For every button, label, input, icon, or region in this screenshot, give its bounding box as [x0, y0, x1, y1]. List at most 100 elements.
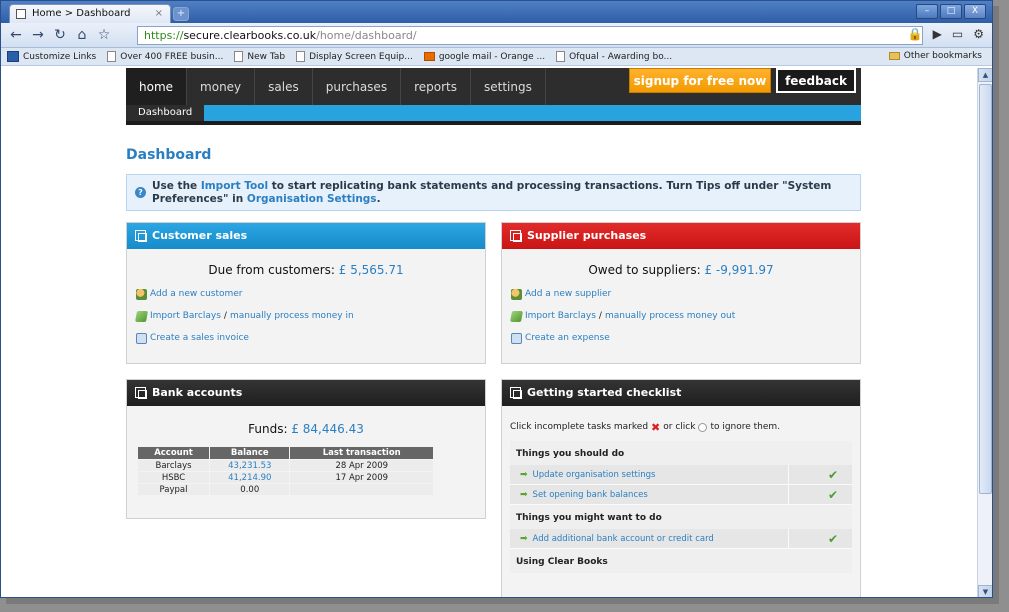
funds-amount[interactable]: £ 84,446.43	[291, 422, 364, 436]
balance-link[interactable]: 41,214.90	[209, 471, 291, 484]
balance-link[interactable]: 43,231.53	[209, 459, 291, 472]
supplier-purchases-panel: Supplier purchases Owed to suppliers: £ …	[501, 222, 861, 364]
wrench-icon[interactable]: ⚙	[973, 27, 984, 41]
url-scheme: https://	[144, 29, 184, 42]
orange-icon	[423, 52, 435, 61]
close-icon[interactable]: X	[964, 4, 986, 19]
table-row: HSBC 41,214.90 17 Apr 2009	[136, 471, 434, 484]
bookmarks-bar: Customize Links Over 400 FREE busin... N…	[1, 48, 992, 66]
checklist-intro: Click incomplete tasks marked ✖ or click…	[510, 420, 781, 434]
add-user-icon	[511, 288, 522, 300]
checklist-header: Getting started checklist	[502, 380, 860, 406]
money-icon	[510, 310, 523, 322]
home-icon[interactable]: ⌂	[73, 26, 91, 44]
page-menu-icon[interactable]: ▭	[952, 27, 963, 41]
checklist-panel: Getting started checklist Click incomple…	[501, 379, 861, 597]
subnav-dashboard[interactable]: Dashboard	[126, 105, 205, 121]
checklist-task[interactable]: ➡ Update organisation settings ✔	[510, 465, 852, 485]
checklist-section-title: Using Clear Books	[510, 549, 852, 573]
money-out-link[interactable]: manually process money out	[605, 311, 735, 321]
check-icon: ✔	[827, 468, 838, 482]
bookmark-item[interactable]: Ofqual - Awarding bo...	[556, 51, 672, 62]
tab-title: Home > Dashboard	[32, 8, 131, 19]
bookmark-item[interactable]: google mail - Orange ...	[423, 52, 545, 62]
checklist-section-title: Things you might want to do	[510, 505, 852, 529]
arrow-right-icon: ➡	[520, 533, 528, 544]
col-balance: Balance	[209, 446, 291, 460]
sub-nav: Dashboard	[126, 105, 861, 125]
app-main-nav: home money sales purchases reports setti…	[126, 68, 861, 105]
nav-settings[interactable]: settings	[471, 68, 546, 105]
add-supplier-link[interactable]: Add a new supplier	[525, 289, 611, 299]
play-icon[interactable]: ▶	[933, 27, 942, 41]
folder-icon	[888, 52, 900, 60]
scroll-down-icon[interactable]: ▼	[978, 585, 992, 597]
customer-sales-header: Customer sales	[127, 223, 485, 249]
import-tool-link[interactable]: Import Tool	[201, 180, 268, 192]
checklist-section-title: Things you should do	[510, 441, 852, 465]
nav-reports[interactable]: reports	[401, 68, 471, 105]
bookmark-item[interactable]: New Tab	[234, 51, 285, 62]
arrow-right-icon: ➡	[520, 489, 528, 500]
supplier-purchases-header: Supplier purchases	[502, 223, 860, 249]
info-icon: ?	[135, 187, 146, 198]
address-bar[interactable]: https:// secure.clearbooks.co.uk /home/d…	[137, 26, 923, 45]
owed-to-suppliers: Owed to suppliers: £ -9,991.97	[588, 263, 774, 277]
forward-icon[interactable]: →	[29, 26, 47, 44]
browser-tab[interactable]: Home > Dashboard ×	[9, 4, 171, 23]
due-amount[interactable]: £ 5,565.71	[339, 263, 404, 277]
checklist-task[interactable]: ➡ Add additional bank account or credit c…	[510, 529, 852, 549]
panel-icon	[510, 230, 522, 242]
maximize-icon[interactable]: □	[940, 4, 962, 19]
star-icon[interactable]: ☆	[95, 26, 113, 44]
import-barclays-link[interactable]: Import Barclays	[150, 311, 221, 321]
import-barclays-link[interactable]: Import Barclays	[525, 311, 596, 321]
bookmark-item[interactable]: Customize Links	[7, 51, 96, 62]
panel-icon	[510, 387, 522, 399]
minimize-icon[interactable]: –	[916, 4, 938, 19]
page-icon	[556, 51, 566, 62]
vertical-scrollbar[interactable]: ▲ ▼	[977, 68, 992, 597]
url-path: /home/dashboard/	[316, 29, 417, 42]
page-icon	[107, 51, 117, 62]
tab-close-icon[interactable]: ×	[155, 8, 163, 19]
money-in-link[interactable]: manually process money in	[230, 311, 354, 321]
signup-button[interactable]: signup for free now	[629, 68, 771, 93]
nav-home[interactable]: home	[126, 68, 188, 105]
back-icon[interactable]: ←	[7, 26, 25, 44]
customer-sales-panel: Customer sales Due from customers: £ 5,5…	[126, 222, 486, 364]
add-supplier-row: Add a new supplier	[511, 283, 860, 305]
expense-row: Create an expense	[511, 327, 860, 349]
create-expense-link[interactable]: Create an expense	[525, 333, 610, 343]
window-controls: – □ X	[916, 4, 986, 19]
incomplete-x-icon: ✖	[651, 420, 661, 434]
funds-total: Funds: £ 84,446.43	[248, 422, 364, 436]
owed-amount[interactable]: £ -9,991.97	[704, 263, 773, 277]
checklist-task[interactable]: ➡ Set opening bank balances ✔	[510, 485, 852, 505]
panel-icon	[135, 230, 147, 242]
money-icon	[135, 310, 148, 322]
page-icon	[296, 51, 306, 62]
bookmark-item[interactable]: Display Screen Equip...	[296, 51, 413, 62]
nav-money[interactable]: money	[187, 68, 256, 105]
lock-icon[interactable]: 🔒	[908, 27, 923, 41]
ignore-dot-icon	[698, 422, 708, 432]
other-bookmarks[interactable]: Other bookmarks	[888, 51, 982, 61]
bookmark-item[interactable]: Over 400 FREE busin...	[107, 51, 223, 62]
panel-icon	[135, 387, 147, 399]
feedback-button[interactable]: feedback	[776, 68, 856, 93]
col-account: Account	[136, 446, 211, 460]
bank-accounts-panel: Bank accounts Funds: £ 84,446.43 Account…	[126, 379, 486, 519]
document-icon	[511, 332, 522, 344]
scroll-up-icon[interactable]: ▲	[978, 68, 992, 82]
bank-accounts-header: Bank accounts	[127, 380, 485, 406]
reload-icon[interactable]: ↻	[51, 26, 69, 44]
organisation-settings-link[interactable]: Organisation Settings	[247, 193, 377, 205]
create-invoice-link[interactable]: Create a sales invoice	[150, 333, 249, 343]
scroll-thumb[interactable]	[979, 84, 992, 494]
nav-purchases[interactable]: purchases	[313, 68, 402, 105]
new-tab-button[interactable]: +	[173, 7, 189, 21]
nav-sales[interactable]: sales	[255, 68, 313, 105]
bank-accounts-table: Account Balance Last transaction Barclay…	[136, 446, 434, 496]
add-customer-link[interactable]: Add a new customer	[150, 289, 243, 299]
